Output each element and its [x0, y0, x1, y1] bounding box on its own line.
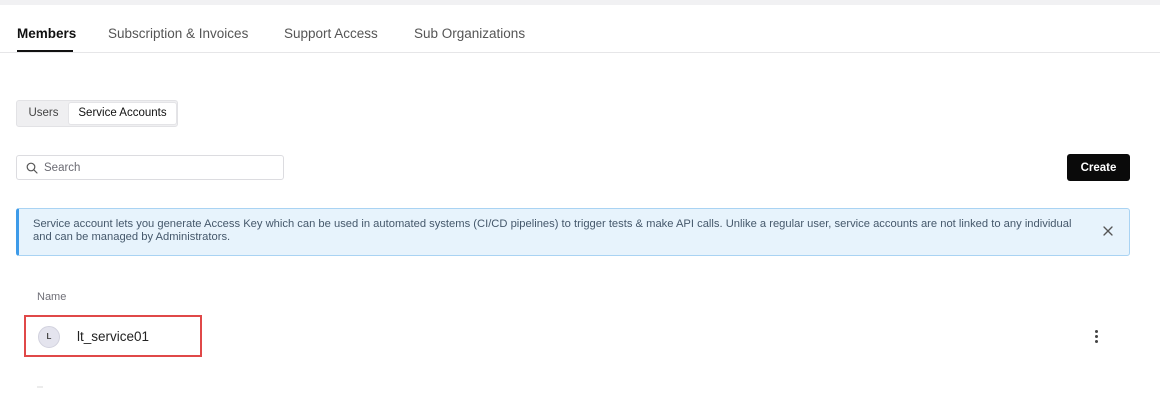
tab-subscription-invoices[interactable]: Subscription & Invoices: [108, 26, 248, 41]
avatar: L: [38, 326, 60, 348]
more-vertical-icon[interactable]: [1089, 328, 1103, 346]
tab-members[interactable]: Members: [17, 26, 76, 41]
service-account-name[interactable]: lt_service01: [77, 329, 149, 344]
search-input[interactable]: [44, 158, 274, 177]
tab-sub-organizations[interactable]: Sub Organizations: [414, 26, 525, 41]
tab-bar: Members Subscription & Invoices Support …: [0, 6, 1160, 53]
top-border: [0, 0, 1160, 5]
search-icon: [26, 162, 38, 174]
search-box: [16, 155, 284, 180]
next-row-fragment: [37, 386, 43, 388]
info-banner-text: Service account lets you generate Access…: [33, 218, 1072, 243]
tab-support-access[interactable]: Support Access: [284, 26, 378, 41]
column-header-name: Name: [37, 291, 67, 303]
active-tab-indicator: [17, 50, 73, 52]
create-button[interactable]: Create: [1067, 154, 1130, 181]
account-type-toggle: Users Service Accounts: [16, 100, 178, 127]
close-icon[interactable]: [1101, 224, 1115, 238]
info-banner: Service account lets you generate Access…: [16, 208, 1130, 256]
service-accounts-toggle-button[interactable]: Service Accounts: [69, 103, 176, 124]
users-toggle-button[interactable]: Users: [19, 103, 68, 124]
